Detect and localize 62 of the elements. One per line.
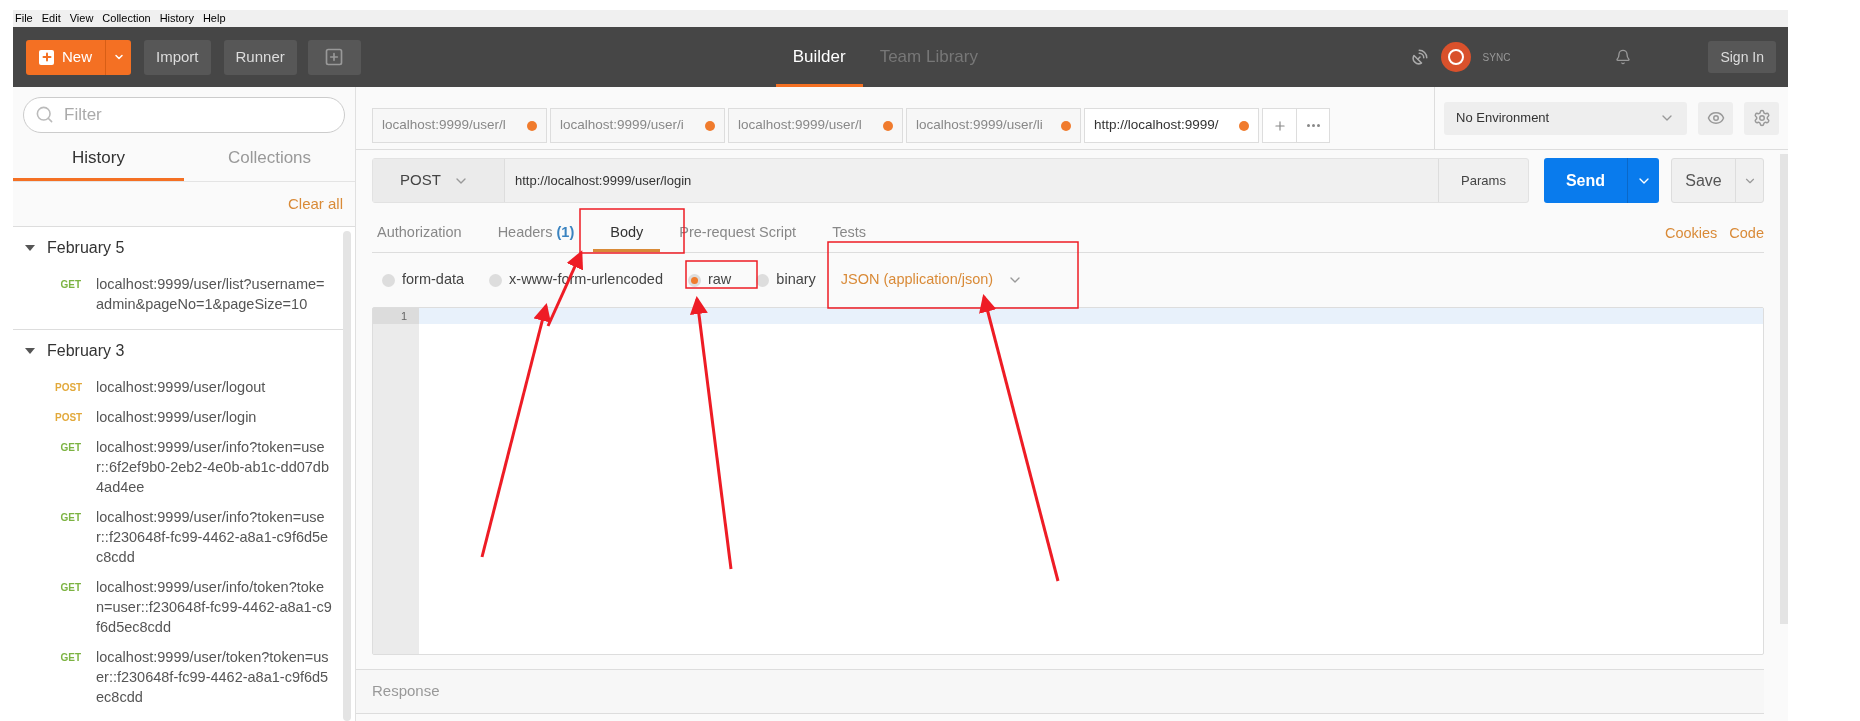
menu-item[interactable]: File [15, 10, 33, 27]
environment-select[interactable]: No Environment [1444, 101, 1687, 135]
plus-icon [1272, 118, 1287, 133]
scrollbar[interactable] [343, 231, 351, 721]
body-mode-radio[interactable]: binary [756, 269, 816, 291]
plus-icon [39, 49, 54, 65]
menu-item[interactable]: Help [202, 10, 226, 27]
request-url: localhost:9999/user/login [96, 408, 258, 427]
scrollbar[interactable] [1780, 154, 1788, 624]
expand-arrow-icon[interactable] [25, 348, 35, 354]
method-label: GET [59, 651, 81, 665]
sign-in-button[interactable]: Sign In [1708, 41, 1776, 73]
method-label: POST [55, 411, 81, 425]
history-item[interactable]: POST localhost:9999/user/login [13, 402, 343, 432]
more-icon [1306, 124, 1320, 127]
section-tab[interactable]: Body [593, 216, 661, 252]
request-url: localhost:9999/user/info?token=user::f230648f-fc99-4462-a8a1-c9f6d5ec8cdd [96, 508, 330, 567]
search-icon [35, 105, 54, 124]
request-url: localhost:9999/user/logout [96, 378, 267, 397]
sync-icon[interactable] [1440, 42, 1471, 72]
history-item[interactable]: GET localhost:9999/user/token?token=user::f230648f-fc99-4462-a8a1-c9f6d5ec8cdd [13, 642, 343, 712]
satellite-dish-icon[interactable] [1410, 48, 1429, 66]
method-label: GET [59, 278, 81, 292]
history-item[interactable]: GET localhost:9999/user/info?token=user::6f2ef9b0-2eb2-4e0b-ab1c-dd07db4ad4ee [13, 432, 343, 502]
sidebar-tab[interactable]: History [13, 138, 184, 181]
method-label: GET [59, 441, 81, 455]
request-tab[interactable]: http://localhost:9999/ [1084, 108, 1259, 143]
history-item[interactable]: POST localhost:9999/user/logout [13, 372, 343, 402]
runner-button[interactable]: Runner [223, 39, 297, 75]
history-item[interactable]: GET localhost:9999/user/info?token=user::f230648f-fc99-4462-a8a1-c9f6d5ec8cdd [13, 502, 343, 572]
menu-item[interactable]: Collection [102, 10, 151, 27]
date-group-header[interactable]: February 3 [47, 339, 125, 363]
settings-icon [1752, 109, 1771, 127]
method-label: GET [59, 511, 81, 525]
new-window-button[interactable] [307, 39, 361, 75]
menu-item[interactable]: History [159, 10, 194, 27]
eye-button[interactable] [1698, 101, 1733, 135]
request-url: localhost:9999/user/info?token=user::6f2ef9b0-2eb2-4e0b-ab1c-dd07db4ad4ee [96, 438, 330, 497]
method-label: GET [59, 581, 81, 595]
body-mode-radio[interactable]: form-data [382, 269, 465, 291]
history-item[interactable]: GET localhost:9999/user/info/token?token=user::f230648f-fc99-4462-a8a1-c9f6d5ec8cdd [13, 572, 343, 642]
request-url: localhost:9999/user/info/token?token=user::f230648f-fc99-4462-a8a1-c9f6d5ec8cdd [96, 578, 332, 637]
request-url: localhost:9999/user/list?username=admin&pageNo=1&pageSize=10 [96, 275, 326, 314]
date-group-header[interactable]: February 5 [47, 236, 125, 260]
body-mode-radio[interactable]: raw [687, 269, 732, 291]
history-item[interactable]: GET localhost:9999/user/list?username=admin&pageNo=1&pageSize=10 [13, 269, 343, 319]
eye-icon [1706, 109, 1725, 127]
new-window-icon [324, 47, 345, 67]
bell-icon[interactable] [1615, 49, 1632, 65]
code-editor[interactable]: 1 [372, 307, 1764, 655]
sync-status: SYNC [1482, 50, 1511, 65]
menu-item[interactable]: Edit [41, 10, 61, 27]
expand-arrow-icon[interactable] [25, 245, 35, 251]
section-tab[interactable]: Headers (1) [480, 216, 592, 252]
import-button[interactable]: Import [144, 39, 211, 75]
menu-item[interactable]: View [69, 10, 94, 27]
filter-field[interactable]: Filter [23, 97, 345, 133]
settings-button[interactable] [1744, 101, 1779, 135]
response-title: Response [372, 681, 440, 702]
method-label: POST [55, 381, 81, 395]
request-url: localhost:9999/user/token?token=user::f230648f-fc99-4462-a8a1-c9f6d5ec8cdd [96, 648, 330, 707]
line-number: 1 [373, 308, 419, 324]
